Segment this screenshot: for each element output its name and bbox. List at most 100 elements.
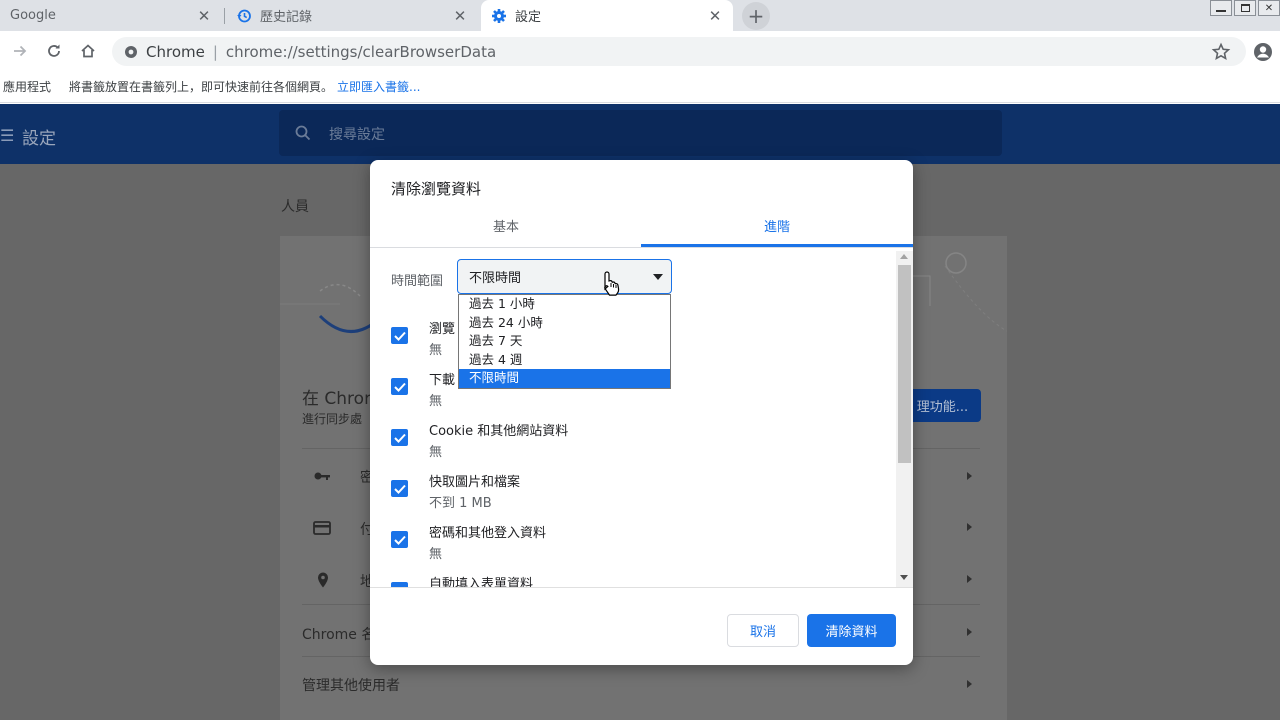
close-icon[interactable]: ✕ (196, 7, 212, 25)
settings-search-input[interactable]: 搜尋設定 (279, 110, 1002, 156)
time-range-option[interactable]: 過去 24 小時 (459, 314, 670, 333)
check-icon (393, 433, 406, 443)
tab-advanced[interactable]: 進階 (641, 216, 913, 235)
section-people-title: 人員 (281, 199, 309, 215)
check-icon (393, 535, 406, 545)
option-sub: 無 (429, 445, 443, 460)
reload-icon (48, 44, 60, 57)
restore-button[interactable] (1234, 0, 1256, 16)
tab-history[interactable]: 歷史記錄 ✕ (226, 0, 478, 31)
option-sub: 無 (429, 547, 443, 562)
scroll-down-icon[interactable] (900, 575, 908, 580)
sync-title: 在 Chror (302, 389, 372, 409)
row-chrome-name[interactable]: Chrome 名 (302, 624, 375, 644)
omnibox-site-label: Chrome (146, 42, 205, 61)
new-tab-button[interactable]: + (742, 2, 770, 30)
sync-subtitle: 進行同步處 (302, 412, 363, 426)
tab-title: 設定 (515, 10, 542, 25)
home-button[interactable] (76, 39, 100, 63)
close-window-button[interactable]: ✕ (1258, 0, 1280, 16)
clear-browsing-data-dialog: 清除瀏覽資料 基本 進階 時間範圍 不限時間 瀏覽 無 下載 無 Cookie … (370, 160, 913, 665)
checkbox[interactable] (391, 480, 408, 497)
address-bar[interactable]: Chrome | chrome://settings/clearBrowserD… (112, 37, 1246, 66)
checkbox[interactable] (391, 327, 408, 344)
time-range-option-selected[interactable]: 不限時間 (459, 369, 670, 388)
tab-separator (224, 8, 225, 24)
check-icon (393, 382, 406, 392)
check-icon (393, 484, 406, 494)
arrow-right-icon (967, 575, 972, 583)
tab-google[interactable]: Google ✕ (0, 0, 222, 31)
forward-button[interactable] (8, 39, 32, 63)
row-manage-users[interactable]: 管理其他使用者 (302, 675, 400, 695)
option-cache[interactable]: 快取圖片和檔案 不到 1 MB (370, 471, 890, 515)
checkbox[interactable] (391, 531, 408, 548)
omnibox-separator: | (212, 42, 218, 61)
close-icon[interactable]: ✕ (452, 7, 468, 25)
home-icon (81, 44, 95, 58)
close-icon[interactable]: ✕ (707, 7, 723, 25)
arrow-right-icon (14, 45, 27, 57)
option-label: Cookie 和其他網站資料 (429, 424, 569, 439)
arrow-right-icon (967, 523, 972, 531)
cancel-button[interactable]: 取消 (727, 614, 799, 647)
credit-card-icon (313, 521, 331, 535)
dialog-scrollbar[interactable] (896, 251, 913, 587)
option-sub: 無 (429, 394, 443, 409)
plus-icon: + (747, 4, 765, 28)
scroll-up-icon[interactable] (900, 254, 908, 259)
key-icon (314, 472, 330, 480)
time-range-option[interactable]: 過去 1 小時 (459, 295, 670, 314)
option-autofill[interactable]: 自動填入表單資料 (370, 573, 890, 587)
account-icon (1254, 43, 1272, 61)
star-icon (1211, 42, 1231, 60)
tab-settings[interactable]: 設定 ✕ (481, 0, 733, 31)
omnibox-url: chrome://settings/clearBrowserData (225, 42, 497, 61)
clear-data-button[interactable]: 清除資料 (807, 614, 896, 647)
option-cookies[interactable]: Cookie 和其他網站資料 無 (370, 420, 890, 464)
search-placeholder: 搜尋設定 (329, 127, 385, 143)
menu-icon[interactable]: ☰ (0, 126, 14, 145)
arrow-right-icon (967, 472, 972, 480)
dialog-title: 清除瀏覽資料 (391, 180, 482, 198)
time-range-option[interactable]: 過去 4 週 (459, 351, 670, 370)
sync-button[interactable]: 理功能... (904, 389, 981, 422)
check-icon (393, 331, 406, 341)
tab-basic[interactable]: 基本 (370, 216, 642, 235)
profile-button[interactable] (1252, 41, 1274, 63)
checkbox[interactable] (391, 378, 408, 395)
location-pin-icon (318, 572, 328, 588)
time-range-dropdown: 過去 1 小時 過去 24 小時 過去 7 天 過去 4 週 不限時間 (458, 294, 671, 389)
sync-button-label: 理功能... (916, 400, 969, 415)
option-sub: 無 (429, 343, 443, 358)
option-sub: 不到 1 MB (429, 496, 492, 511)
tab-title: Google (10, 8, 56, 23)
checkbox[interactable] (391, 429, 408, 446)
bookmark-star-button[interactable] (1210, 41, 1232, 63)
tab-title: 歷史記錄 (260, 10, 313, 25)
minimize-button[interactable] (1210, 0, 1232, 16)
chrome-icon (125, 45, 137, 58)
minimize-icon (1216, 10, 1226, 12)
restore-icon (1240, 4, 1250, 12)
tab-strip: Google ✕ 歷史記錄 ✕ 設定 ✕ + ✕ (0, 0, 1280, 31)
history-icon (236, 8, 252, 24)
close-window-icon: ✕ (1264, 2, 1274, 14)
gear-icon (491, 8, 507, 24)
settings-title: 設定 (22, 129, 56, 149)
reload-button[interactable] (42, 39, 66, 63)
arrow-right-icon (967, 628, 972, 636)
bookmarks-bar: 應用程式 將書籤放置在書籤列上，即可快速前往各個網頁。 立即匯入書籤... (0, 71, 1280, 103)
option-passwords[interactable]: 密碼和其他登入資料 無 (370, 522, 890, 566)
time-range-option[interactable]: 過去 7 天 (459, 332, 670, 351)
scroll-thumb[interactable] (898, 265, 911, 463)
import-bookmarks-link[interactable]: 立即匯入書籤... (337, 78, 420, 95)
dialog-footer-divider (370, 587, 913, 588)
arrow-right-icon (967, 680, 972, 688)
hand-cursor-icon (604, 271, 620, 296)
option-label: 密碼和其他登入資料 (429, 526, 547, 541)
option-label: 自動填入表單資料 (429, 577, 534, 587)
search-icon (295, 125, 311, 141)
apps-shortcut[interactable]: 應用程式 (3, 78, 51, 95)
option-label: 快取圖片和檔案 (429, 475, 521, 490)
